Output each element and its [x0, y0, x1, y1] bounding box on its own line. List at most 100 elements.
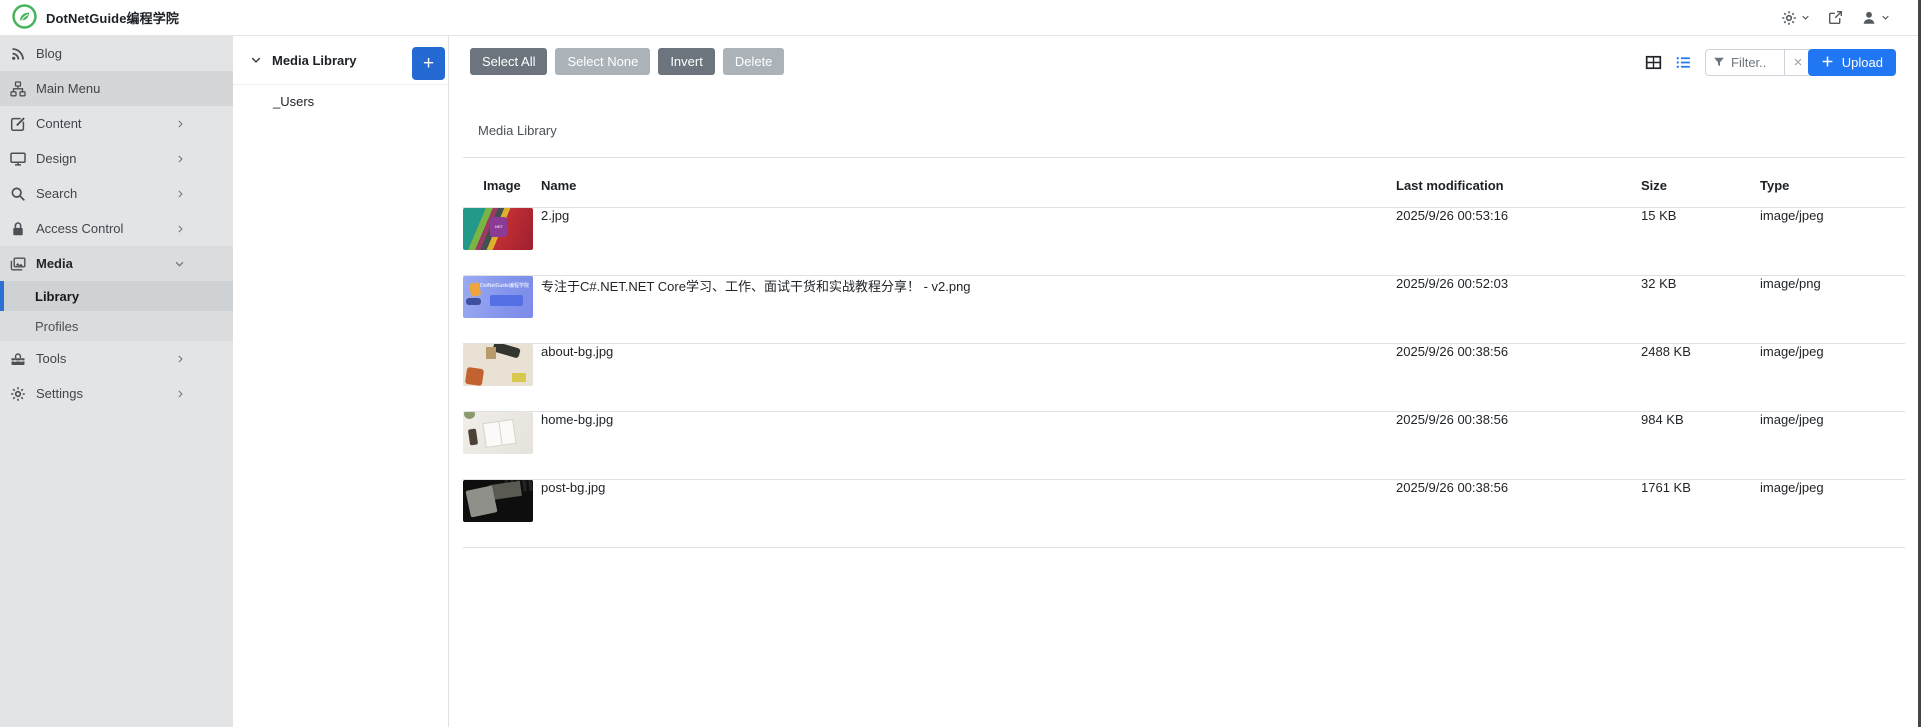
banner-box — [490, 294, 523, 306]
sidebar-item-library[interactable]: Library — [0, 281, 233, 311]
user-icon — [1861, 10, 1877, 26]
sitemap-icon — [10, 80, 27, 97]
topbar-actions — [1776, 6, 1909, 30]
media-name-link[interactable]: post-bg.jpg — [541, 480, 605, 495]
media-library-app: DotNetGuide编程学院 Blog Main Menu Content D… — [0, 0, 1921, 727]
select-none-button[interactable]: Select None — [555, 48, 651, 75]
table-row: post-bg.jpg 2025/9/26 00:38:56 1761 KB i… — [463, 479, 1905, 548]
media-name-link[interactable]: home-bg.jpg — [541, 412, 613, 427]
media-table: Image Name Last modification Size Type .… — [463, 164, 1905, 548]
edit-icon — [10, 115, 27, 132]
toolbox-icon — [10, 350, 27, 367]
type-cell: image/jpeg — [1760, 479, 1905, 548]
grid-view-icon[interactable] — [1645, 54, 1662, 71]
type-cell: image/jpeg — [1760, 343, 1905, 412]
size-cell: 15 KB — [1641, 207, 1760, 276]
folder-root-media-library[interactable]: Media Library — [272, 53, 357, 68]
media-name-link[interactable]: 专注于C#.NET.NET Core学习、工作、面试干货和实战教程分享！ - v… — [541, 279, 971, 294]
settings-dropdown[interactable] — [1776, 6, 1815, 30]
chevron-right-icon — [176, 188, 185, 199]
divider — [463, 157, 1905, 158]
add-folder-button[interactable]: + — [412, 47, 445, 80]
folder-item-users[interactable]: _Users — [233, 85, 448, 117]
type-cell: image/jpeg — [1760, 411, 1905, 480]
sidebar-item-label: Access Control — [36, 221, 124, 236]
sidebar-item-media[interactable]: Media — [0, 246, 233, 281]
thumbnail-home-bg-jpg[interactable] — [463, 411, 533, 454]
last-modification-cell: 2025/9/26 00:38:56 — [1396, 479, 1641, 548]
chevron-right-icon — [176, 388, 185, 399]
open-site-button[interactable] — [1823, 6, 1848, 29]
display-icon — [10, 150, 27, 167]
app-title: DotNetGuide编程学院 — [46, 11, 179, 26]
delete-button[interactable]: Delete — [722, 48, 785, 75]
last-modification-cell: 2025/9/26 00:38:56 — [1396, 343, 1641, 412]
user-dropdown[interactable] — [1856, 6, 1895, 30]
sidebar-item-label: Media — [36, 256, 73, 271]
chevron-right-icon — [176, 223, 185, 234]
media-name-link[interactable]: about-bg.jpg — [541, 344, 613, 359]
gear-icon — [1781, 10, 1797, 26]
folder-label: _Users — [273, 93, 315, 109]
banner-illustration — [466, 297, 481, 305]
sidebar-item-label: Content — [36, 116, 82, 131]
search-icon — [10, 185, 27, 202]
table-row: DotNetGuide编程学院 专注于C#.NET.NET Core学习、工作、… — [463, 275, 1905, 344]
column-header-name: Name — [541, 164, 1396, 208]
media-name-link[interactable]: 2.jpg — [541, 208, 569, 223]
column-header-image: Image — [463, 164, 541, 208]
sidebar-item-blog[interactable]: Blog — [0, 36, 233, 71]
sidebar-item-label: Library — [35, 288, 80, 304]
size-cell: 984 KB — [1641, 411, 1760, 480]
rss-icon — [10, 45, 27, 62]
sidebar-item-label: Tools — [36, 351, 67, 366]
select-all-button[interactable]: Select All — [470, 48, 548, 75]
admin-sidebar: Blog Main Menu Content Design Search Acc… — [0, 36, 233, 727]
last-modification-cell: 2025/9/26 00:53:16 — [1396, 207, 1641, 276]
thumbnail-v2-png[interactable]: DotNetGuide编程学院 — [463, 275, 533, 318]
sidebar-item-search[interactable]: Search — [0, 176, 233, 211]
chevron-down-icon — [1801, 13, 1810, 22]
sidebar-item-main-menu[interactable]: Main Menu — [0, 71, 233, 106]
sidebar-item-access-control[interactable]: Access Control — [0, 211, 233, 246]
table-header-row: Image Name Last modification Size Type — [463, 164, 1905, 208]
images-icon — [10, 255, 27, 272]
sidebar-item-label: Settings — [36, 386, 83, 401]
chevron-down-icon — [1881, 13, 1890, 22]
last-modification-cell: 2025/9/26 00:38:56 — [1396, 411, 1641, 480]
column-header-last-modification: Last modification — [1396, 164, 1641, 208]
column-header-size: Size — [1641, 164, 1760, 208]
upload-button[interactable]: Upload — [1807, 49, 1896, 76]
folder-tree-panel: Media Library + _Users — [233, 36, 449, 727]
sidebar-item-label: Search — [36, 186, 78, 201]
funnel-icon — [1714, 57, 1724, 67]
chevron-right-icon — [176, 353, 185, 364]
sidebar-item-label: Main Menu — [36, 81, 101, 96]
sidebar-item-profiles[interactable]: Profiles — [0, 311, 233, 341]
brand-link[interactable]: DotNetGuide编程学院 — [12, 3, 179, 32]
table-row: home-bg.jpg 2025/9/26 00:38:56 984 KB im… — [463, 411, 1905, 480]
thumbnail-about-bg-jpg[interactable] — [463, 343, 533, 386]
invert-button[interactable]: Invert — [658, 48, 715, 75]
sidebar-item-design[interactable]: Design — [0, 141, 233, 176]
bulk-actions: Select All Select None Invert Delete — [470, 48, 785, 75]
plus-icon — [1821, 55, 1834, 71]
sidebar-item-settings[interactable]: Settings — [0, 376, 233, 411]
list-view-icon[interactable] — [1675, 54, 1692, 71]
chevron-down-icon[interactable] — [250, 54, 262, 66]
size-cell: 2488 KB — [1641, 343, 1760, 412]
last-modification-cell: 2025/9/26 00:52:03 — [1396, 275, 1641, 344]
thumbnail-post-bg-jpg[interactable] — [463, 479, 533, 522]
sidebar-item-label: Design — [36, 151, 77, 166]
chevron-right-icon — [176, 153, 185, 164]
view-switcher — [1645, 54, 1692, 71]
sidebar-item-tools[interactable]: Tools — [0, 341, 233, 376]
thumbnail-2-jpg[interactable]: .NET — [463, 207, 533, 250]
type-cell: image/jpeg — [1760, 207, 1905, 276]
sidebar-item-content[interactable]: Content — [0, 106, 233, 141]
type-cell: image/png — [1760, 275, 1905, 344]
media-content-area: Select All Select None Invert Delete Fil… — [449, 36, 1921, 727]
column-header-type: Type — [1760, 164, 1905, 208]
sidebar-item-label: Blog — [36, 46, 63, 61]
size-cell: 1761 KB — [1641, 479, 1760, 548]
